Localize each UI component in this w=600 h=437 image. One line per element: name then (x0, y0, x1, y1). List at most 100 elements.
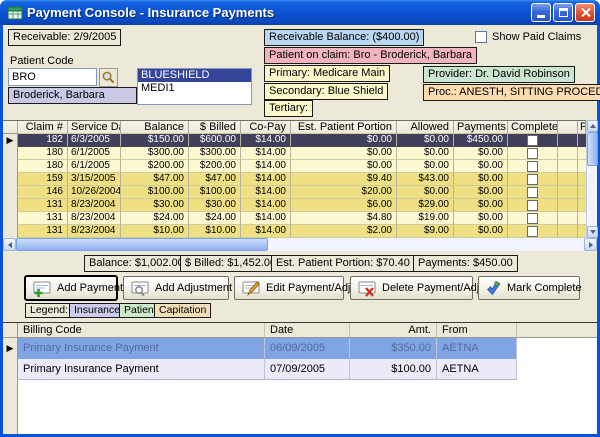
cell-claim-number: 180 (18, 147, 68, 160)
complete-checkbox[interactable] (527, 226, 538, 237)
row-selector-cell[interactable]: ▶ (3, 134, 18, 147)
edit-payment-icon (241, 280, 261, 297)
scroll-left-button[interactable] (3, 238, 16, 251)
row-selector-cell[interactable]: ▶ (3, 212, 18, 225)
column-header-payments[interactable]: Payments (454, 121, 508, 134)
payments-grid-header: Billing Code Date Amt. From (3, 323, 597, 338)
search-button[interactable] (99, 68, 118, 87)
payments-selector-header (3, 323, 18, 337)
add-payment-button[interactable]: Add Payment (25, 276, 117, 300)
close-button[interactable] (575, 3, 595, 22)
selected-row-arrow-icon: ▶ (7, 135, 14, 145)
cell-complete (508, 173, 558, 186)
patient-code-label: Patient Code (10, 55, 74, 67)
legend-label: Legend: (25, 303, 73, 318)
claims-row[interactable]: ▶ 159 3/15/2005 $47.00 $47.00 $14.00 $9.… (3, 173, 597, 186)
maximize-button[interactable] (553, 3, 573, 22)
claims-row[interactable]: ▶ 146 10/26/2004 $100.00 $100.00 $14.00 … (3, 186, 597, 199)
cell-service-date: 6/1/2005 (68, 160, 121, 173)
cell-claim-number: 180 (18, 160, 68, 173)
row-selector-header (3, 121, 18, 134)
claims-grid: Claim # Service Date Balance $ Billed Co… (3, 120, 597, 238)
row-selector-cell[interactable]: ▶ (3, 225, 18, 238)
delete-payment-button[interactable]: Delete Payment/Adj. (350, 276, 473, 300)
cell-claim-number: 131 (18, 225, 68, 238)
cell-est-patient-portion: $0.00 (291, 134, 397, 147)
window-titlebar[interactable]: Payment Console - Insurance Payments (0, 0, 600, 25)
column-header-billing-code[interactable]: Billing Code (18, 323, 265, 337)
scroll-up-button[interactable] (587, 120, 598, 132)
cell-copay: $14.00 (241, 212, 291, 225)
insurance-list-item[interactable]: MEDI1 (138, 82, 251, 95)
complete-checkbox[interactable] (527, 174, 538, 185)
claims-vertical-scrollbar[interactable] (586, 120, 597, 238)
minimize-button[interactable] (531, 3, 551, 22)
claims-row[interactable]: ▶ 180 6/1/2005 $200.00 $200.00 $14.00 $0… (3, 160, 597, 173)
cell-est-patient-portion: $0.00 (291, 160, 397, 173)
cell-allowed: $9.00 (397, 225, 454, 238)
insurance-list-item[interactable]: BLUESHIELD (138, 69, 251, 82)
row-selector-cell[interactable]: ▶ (3, 147, 18, 160)
complete-checkbox[interactable] (527, 213, 538, 224)
cell-service-date: 3/15/2005 (68, 173, 121, 186)
edit-payment-button[interactable]: Edit Payment/Adj. (234, 276, 344, 300)
column-header-billed[interactable]: $ Billed (189, 121, 241, 134)
claims-row[interactable]: ▶ 180 6/1/2005 $300.00 $300.00 $14.00 $0… (3, 147, 597, 160)
cell-copay: $14.00 (241, 225, 291, 238)
show-paid-claims-checkbox[interactable] (475, 31, 487, 43)
column-header-est-patient-portion[interactable]: Est. Patient Portion (291, 121, 397, 134)
column-header-service-date[interactable]: Service Date (68, 121, 121, 134)
complete-checkbox[interactable] (527, 161, 538, 172)
cell-allowed: $29.00 (397, 199, 454, 212)
mark-complete-button[interactable]: Mark Complete (478, 276, 580, 300)
claims-row[interactable]: ▶ 131 8/23/2004 $24.00 $24.00 $14.00 $4.… (3, 212, 597, 225)
complete-checkbox[interactable] (527, 148, 538, 159)
cell-date: 07/09/2005 (265, 359, 350, 380)
claims-row[interactable]: ▶ 182 6/3/2005 $150.00 $600.00 $14.00 $0… (3, 134, 597, 147)
complete-checkbox[interactable] (527, 187, 538, 198)
complete-checkbox[interactable] (527, 200, 538, 211)
column-header-date[interactable]: Date (265, 323, 350, 337)
claims-horizontal-scrollbar[interactable] (3, 238, 597, 251)
row-selector-cell[interactable]: ▶ (3, 186, 18, 199)
cell-gap (558, 147, 578, 160)
vertical-scroll-thumb[interactable] (587, 132, 598, 166)
row-selector-cell[interactable]: ▶ (3, 199, 18, 212)
row-selector-cell[interactable]: ▶ (3, 173, 18, 186)
column-header-allowed[interactable]: Allowed (397, 121, 454, 134)
cell-service-date: 8/23/2004 (68, 225, 121, 238)
horizontal-scroll-thumb[interactable] (16, 238, 268, 251)
scroll-right-button[interactable] (584, 238, 597, 251)
payment-row[interactable]: ▶ Primary Insurance Payment 06/09/2005 $… (3, 338, 597, 359)
cell-balance: $47.00 (121, 173, 189, 186)
column-header-complete[interactable]: Complete (508, 121, 558, 134)
complete-checkbox[interactable] (527, 135, 538, 146)
column-header-partial[interactable]: P (578, 121, 586, 134)
claims-row[interactable]: ▶ 131 8/23/2004 $30.00 $30.00 $14.00 $6.… (3, 199, 597, 212)
legend-item: Capitation (154, 303, 211, 318)
arrow-left-icon (8, 242, 12, 248)
column-header-claim[interactable]: Claim # (18, 121, 68, 134)
add-adjustment-button[interactable]: Add Adjustment (123, 276, 229, 300)
column-header-balance[interactable]: Balance (121, 121, 189, 134)
patient-code-input[interactable] (8, 68, 97, 86)
cell-partial (578, 212, 586, 225)
cell-billing-code: Primary Insurance Payment (18, 338, 265, 359)
column-header-from[interactable]: From (437, 323, 517, 337)
total-billed-box: $ Billed: $1,452.00 (180, 255, 281, 272)
payments-row-selector-cell[interactable]: ▶ (3, 338, 18, 359)
column-header-amount[interactable]: Amt. (350, 323, 437, 337)
cell-claim-number: 182 (18, 134, 68, 147)
payment-row[interactable]: ▶ Primary Insurance Payment 07/09/2005 $… (3, 359, 597, 380)
claims-row[interactable]: ▶ 131 8/23/2004 $10.00 $10.00 $14.00 $2.… (3, 225, 597, 238)
legend-item-label: Capitation (159, 304, 206, 316)
window-title: Payment Console - Insurance Payments (27, 5, 531, 20)
insurance-listbox[interactable]: BLUESHIELD MEDI1 (137, 68, 252, 105)
scroll-down-button[interactable] (587, 226, 598, 238)
column-header-copay[interactable]: Co-Pay (241, 121, 291, 134)
cell-balance: $30.00 (121, 199, 189, 212)
payments-row-selector-cell[interactable]: ▶ (3, 359, 18, 380)
cell-from: AETNA (437, 338, 517, 359)
row-selector-cell[interactable]: ▶ (3, 160, 18, 173)
cell-gap (558, 173, 578, 186)
